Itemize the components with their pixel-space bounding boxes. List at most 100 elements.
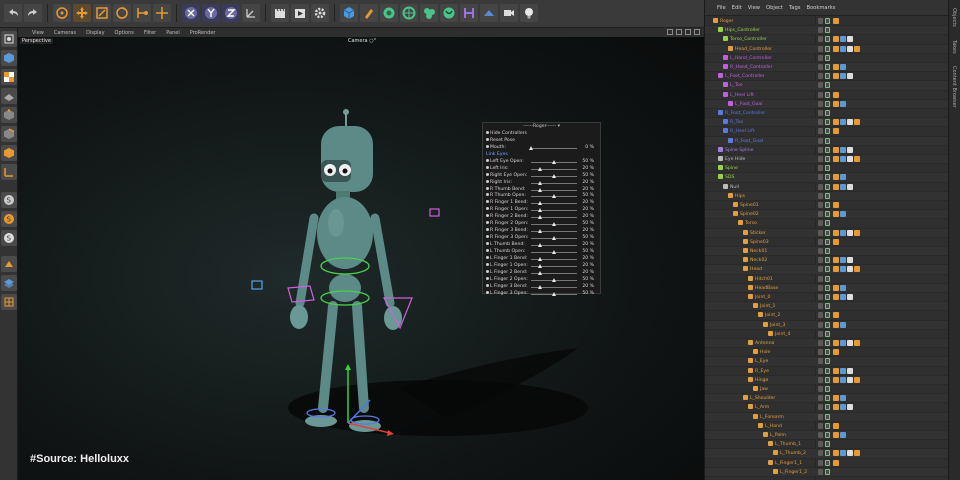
editor-visibility-icon[interactable] xyxy=(818,110,823,116)
slider-knob[interactable] xyxy=(538,256,543,261)
object-row[interactable]: R_Heel Lift xyxy=(705,127,949,137)
tag-icon[interactable] xyxy=(847,266,853,273)
tag-icon[interactable] xyxy=(840,211,846,218)
zoom-view-icon[interactable] xyxy=(676,29,682,35)
visibility-toggles[interactable] xyxy=(818,413,830,420)
viewport-menu-display[interactable]: Display xyxy=(86,30,104,36)
tag-icon[interactable] xyxy=(840,294,846,300)
pen-spline-button[interactable] xyxy=(360,4,378,22)
editor-visibility-icon[interactable] xyxy=(818,211,823,218)
visibility-toggles[interactable] xyxy=(818,110,830,116)
object-row[interactable]: L_Thumb_2 xyxy=(705,449,949,459)
scene-objects-button[interactable] xyxy=(480,4,498,22)
visibility-toggles[interactable] xyxy=(818,27,830,34)
enabled-check-icon[interactable] xyxy=(825,220,830,227)
tag-icon[interactable] xyxy=(833,450,839,457)
editor-visibility-icon[interactable] xyxy=(818,413,823,420)
object-name[interactable]: Spine xyxy=(718,164,738,173)
enabled-check-icon[interactable] xyxy=(825,349,830,356)
om-menu-object[interactable]: Object xyxy=(766,5,783,11)
object-name[interactable]: Hinge xyxy=(748,376,768,385)
render-settings-button[interactable] xyxy=(311,4,329,22)
enabled-check-icon[interactable] xyxy=(825,174,830,181)
enabled-check-icon[interactable] xyxy=(825,202,830,208)
slider-value[interactable]: 20 % xyxy=(582,270,594,277)
user-data-row[interactable]: L Finger 1 Bend: 20 % xyxy=(483,255,600,263)
enabled-check-icon[interactable] xyxy=(825,165,830,172)
object-row[interactable]: R_Toe xyxy=(705,118,949,128)
tag-icon[interactable] xyxy=(833,18,839,24)
editor-visibility-icon[interactable] xyxy=(818,468,823,475)
editor-visibility-icon[interactable] xyxy=(818,156,823,162)
editor-visibility-icon[interactable] xyxy=(818,64,823,70)
tag-icon[interactable] xyxy=(840,100,846,107)
enabled-check-icon[interactable] xyxy=(825,468,830,475)
visibility-toggles[interactable] xyxy=(818,468,830,475)
editor-visibility-icon[interactable] xyxy=(818,257,823,264)
viewport-menu-filter[interactable]: Filter xyxy=(144,30,156,36)
enabled-check-icon[interactable] xyxy=(825,137,830,144)
slider-knob[interactable] xyxy=(538,166,543,171)
enabled-check-icon[interactable] xyxy=(825,119,830,126)
mograph-cloner-button[interactable] xyxy=(420,4,438,22)
editor-visibility-icon[interactable] xyxy=(818,358,823,365)
enabled-check-icon[interactable] xyxy=(825,192,830,199)
tag-icon[interactable] xyxy=(833,91,839,98)
object-row[interactable]: L_Palm xyxy=(705,431,949,441)
visibility-toggles[interactable] xyxy=(818,211,830,218)
tag-icon[interactable] xyxy=(833,128,839,135)
tag-icon[interactable] xyxy=(840,146,846,153)
tag-icon[interactable] xyxy=(840,229,846,236)
side-tab-objects[interactable]: Objects xyxy=(951,8,957,27)
enabled-check-icon[interactable] xyxy=(825,110,830,116)
object-row[interactable]: Hips xyxy=(705,191,949,201)
tag-icon[interactable] xyxy=(833,376,839,383)
editor-visibility-icon[interactable] xyxy=(818,275,823,282)
object-name[interactable]: Null xyxy=(723,183,739,192)
tag-icon[interactable] xyxy=(840,183,846,190)
object-row[interactable]: Spine03 xyxy=(705,238,949,247)
user-data-row[interactable]: L Finger 1 Open: 20 % xyxy=(483,262,600,270)
tag-icon[interactable] xyxy=(840,376,846,383)
slider-value[interactable]: 20 % xyxy=(582,284,594,291)
slider-knob[interactable] xyxy=(538,284,543,289)
visibility-toggles[interactable] xyxy=(818,64,830,70)
object-name[interactable]: L_Foot_Goal xyxy=(728,100,763,109)
tag-icon[interactable] xyxy=(854,266,860,273)
slider-value[interactable]: 50 % xyxy=(582,277,594,284)
points-mode-button[interactable] xyxy=(1,107,17,123)
visibility-toggles[interactable] xyxy=(818,284,830,291)
object-name[interactable]: L_Toe xyxy=(723,81,743,90)
object-name[interactable]: R_Eye xyxy=(748,367,769,376)
object-name[interactable]: SDS xyxy=(718,173,734,182)
tag-icon[interactable] xyxy=(833,45,839,52)
object-row[interactable]: Head xyxy=(705,265,949,275)
enabled-check-icon[interactable] xyxy=(825,183,830,190)
object-row[interactable]: L_Finger1_1 xyxy=(705,459,949,468)
enabled-check-icon[interactable] xyxy=(825,211,830,218)
object-name[interactable]: L_Hand_Controller xyxy=(723,54,772,63)
object-row[interactable]: Torso xyxy=(705,219,949,229)
enabled-check-icon[interactable] xyxy=(825,413,830,420)
object-name[interactable]: L_Heel Lift xyxy=(723,91,754,100)
tag-icon[interactable] xyxy=(840,266,846,273)
object-row[interactable]: R_Foot_Goal xyxy=(705,136,949,146)
editor-visibility-icon[interactable] xyxy=(818,45,823,52)
tag-icon[interactable] xyxy=(840,284,846,291)
tag-icon[interactable] xyxy=(833,174,839,181)
maximize-view-icon[interactable] xyxy=(694,29,700,35)
object-name[interactable]: Jaw xyxy=(753,385,768,394)
slider-knob[interactable] xyxy=(529,145,533,150)
slider-value[interactable]: 50 % xyxy=(582,235,594,242)
object-row[interactable]: Spine xyxy=(705,164,949,174)
enabled-check-icon[interactable] xyxy=(825,128,830,135)
user-data-row[interactable]: R Finger 3 Open: 50 % xyxy=(483,235,600,242)
object-row[interactable]: L_Foot_Controller xyxy=(705,72,949,82)
tag-icon[interactable] xyxy=(847,257,853,264)
tag-icon[interactable] xyxy=(847,450,853,457)
slider-value[interactable]: 50 % xyxy=(582,173,594,180)
tag-icon[interactable] xyxy=(833,183,839,190)
object-name[interactable]: R_Heel Lift xyxy=(723,127,755,136)
editor-visibility-icon[interactable] xyxy=(818,349,823,356)
light-marker[interactable] xyxy=(251,280,263,290)
